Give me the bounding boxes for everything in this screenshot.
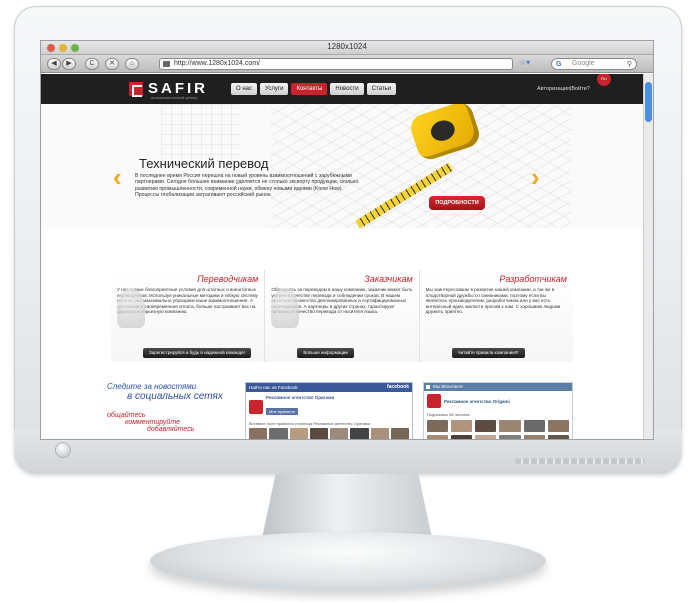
facebook-widget-header: Найти нас на Facebook facebook [246, 383, 412, 392]
social-promo: Следите за новостями в социальных сетях … [107, 382, 237, 439]
vk-page-name[interactable]: Рекламное агентство Origami [444, 399, 510, 404]
monitor-base [150, 532, 546, 590]
facebook-page-name[interactable]: Рекламное агентство Оригами [266, 395, 334, 400]
browser-window: 1280x1024 ◀ ▶ C ✕ ⌂ http://www.1280x1024… [40, 40, 654, 440]
social-line-5: добавляйтесь [147, 426, 195, 433]
social-line-3: общайтесь [107, 412, 146, 419]
logo-subtitle: лингвистический центр [151, 95, 198, 100]
webpage: SAFIR лингвистический центр О нас Услуги… [41, 74, 645, 439]
column-text: Мы заинтересованы в развитие нашей компа… [425, 287, 561, 315]
hero-title: Технический перевод [139, 156, 269, 171]
member-avatar[interactable] [427, 420, 449, 432]
main-menu: О нас Услуги Контакты Новости Статьи [231, 83, 397, 95]
member-avatar[interactable] [499, 435, 521, 439]
member-avatar[interactable] [475, 420, 497, 432]
menu-item-services[interactable]: Услуги [259, 83, 289, 95]
browser-toolbar: ◀ ▶ C ✕ ⌂ http://www.1280x1024.com/ ☆▾ G… [41, 55, 653, 73]
slider-prev-arrow-icon[interactable]: ‹ [113, 164, 122, 190]
member-avatar[interactable] [547, 420, 569, 432]
member-avatar[interactable] [475, 435, 497, 439]
column-title: Разработчикам [499, 274, 567, 284]
fan-avatar[interactable] [309, 428, 328, 439]
column-title: Заказчикам [364, 274, 413, 284]
hero-text: В последнее время Россия перешла на новы… [135, 173, 359, 198]
vk-widget: Мы ВКонтакте Рекламное агентство Origami… [423, 382, 573, 439]
member-avatar[interactable] [523, 435, 545, 439]
register-button[interactable]: Зарегистрируйся и будь в надежной команд… [143, 348, 251, 358]
vertical-scrollbar[interactable] [643, 74, 653, 439]
vk-subscribers-text: Подписаны 38 человек [427, 412, 470, 417]
window-titlebar: 1280x1024 [41, 41, 653, 55]
google-icon: G [556, 61, 562, 68]
member-avatar[interactable] [427, 435, 449, 439]
figure-decoration [271, 288, 300, 328]
power-button-icon [56, 443, 70, 457]
back-button[interactable]: ◀ [47, 58, 61, 70]
social-line-4: комментируйте [125, 419, 181, 426]
vk-page-info: Рекламное агентство Origami [424, 391, 572, 411]
rules-button[interactable]: Читайте правила компании!!! [451, 348, 525, 358]
facebook-page-info: Рекламное агентство Оригами Мне нравится [246, 392, 412, 421]
fan-avatar[interactable] [289, 428, 308, 439]
member-avatar[interactable] [499, 420, 521, 432]
social-line-1: Следите за новостями [107, 382, 197, 391]
member-avatar[interactable] [547, 435, 569, 439]
hero-grid-decoration [161, 104, 241, 164]
search-placeholder: Google [572, 60, 595, 67]
page-icon [163, 61, 170, 67]
fan-avatar[interactable] [249, 428, 268, 439]
member-avatar[interactable] [523, 420, 545, 432]
fan-avatar[interactable] [390, 428, 409, 439]
social-line-2: в социальных сетях [127, 391, 223, 402]
member-avatar[interactable] [451, 435, 473, 439]
page-logo-icon [249, 399, 263, 414]
fan-avatar[interactable] [370, 428, 389, 439]
url-input[interactable]: http://www.1280x1024.com/ [159, 58, 513, 70]
hero-more-button[interactable]: ПОДРОБНОСТИ [429, 196, 485, 210]
search-input[interactable]: G Google ⚲ [551, 58, 637, 70]
language-badge[interactable]: RU [597, 74, 611, 86]
slider-next-arrow-icon[interactable]: › [531, 164, 540, 190]
audience-columns: Переводчикам У нас самые благоприятные у… [111, 270, 573, 362]
menu-item-about[interactable]: О нас [231, 83, 257, 95]
menu-item-news[interactable]: Новости [330, 83, 364, 95]
lamp-decoration [117, 288, 145, 328]
window-title: 1280x1024 [327, 42, 367, 51]
home-button[interactable]: ⌂ [125, 58, 139, 70]
menu-item-contacts[interactable]: Контакты [291, 83, 328, 95]
scrollbar-thumb[interactable] [645, 82, 652, 122]
monitor-vent [515, 458, 645, 464]
column-title: Переводчикам [197, 274, 259, 284]
search-icon[interactable]: ⚲ [627, 60, 632, 70]
fan-avatar[interactable] [330, 428, 349, 439]
member-avatar[interactable] [451, 420, 473, 432]
monitor-neck [262, 474, 432, 538]
stop-button[interactable]: ✕ [105, 58, 119, 70]
column-translators: Переводчикам У нас самые благоприятные у… [111, 270, 266, 362]
logo-mark-icon [129, 81, 143, 97]
forward-button[interactable]: ▶ [62, 58, 76, 70]
url-text: http://www.1280x1024.com/ [174, 60, 260, 67]
column-developers: Разработчикам Мы заинтересованы в развит… [419, 270, 573, 362]
facebook-widget-title: Найти нас на Facebook [249, 385, 298, 390]
monitor-scene: 1280x1024 ◀ ▶ C ✕ ⌂ http://www.1280x1024… [0, 0, 696, 602]
menu-item-articles[interactable]: Статьи [366, 83, 397, 95]
vk-members-grid [424, 418, 572, 439]
facebook-widget: Найти нас на Facebook facebook Рекламное… [245, 382, 413, 439]
fan-avatar[interactable] [269, 428, 288, 439]
facebook-brand: facebook [387, 384, 409, 390]
vk-widget-header: Мы ВКонтакте [424, 383, 572, 391]
column-customers: Заказчикам Обращаясь за переводом в нашу… [265, 270, 420, 362]
bookmark-star-icon[interactable]: ☆▾ [519, 58, 530, 67]
site-header: SAFIR лингвистический центр О нас Услуги… [41, 74, 645, 104]
auth-link[interactable]: Авторизация|Войти? [537, 86, 590, 92]
more-info-button[interactable]: Больше информации [297, 348, 354, 358]
facebook-fans-grid [246, 426, 412, 439]
reload-button[interactable]: C [85, 58, 99, 70]
like-button[interactable]: Мне нравится [266, 408, 298, 415]
hero-slider: ‹ › Технический перевод В последнее врем… [41, 104, 645, 228]
fan-avatar[interactable] [350, 428, 369, 439]
page-logo-icon [427, 394, 441, 408]
